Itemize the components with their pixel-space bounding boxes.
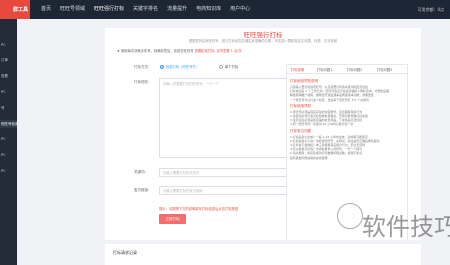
sidebar: PC 订单 查看 PC 号 旺旺号检测 PC PC PC — [0, 19, 17, 265]
submit-tag-button[interactable]: 立即打标 — [159, 214, 186, 224]
watermark-text: 软件技巧 — [362, 213, 450, 241]
page-subtitle: 根据您的买家旺旺号、强行打标给您店铺买家准确的位置，可实现人群精准定位效果、标签… — [188, 39, 338, 43]
help-content: 打标使用须知说明 只需输入要打标的旺旺号，以及需要打标的关键词和宝贝链接 打标成… — [290, 77, 406, 160]
wangwang-textarea[interactable]: 请输入您需要打标的旺旺号，一行一个 — [159, 78, 289, 158]
radio-unchecked-icon — [219, 64, 223, 69]
records-card: 打标请求记录 — [105, 240, 421, 265]
tab-question-3[interactable]: 打标问题3 — [377, 67, 392, 72]
nav-wangwang-domain[interactable]: 旺旺号领域 — [60, 0, 85, 19]
watermark-logo-icon — [337, 203, 363, 229]
radio-single-tag[interactable]: 单个打标 — [219, 64, 238, 69]
sidebar-item[interactable]: PC — [0, 135, 17, 143]
tab-question-2[interactable]: 打标问题2 — [347, 67, 362, 72]
help-line: 一个旺旺号可以打多个标签，建议每个旺旺号打 3-5 个关键词 — [290, 97, 369, 102]
main-nav: 首页 旺旺号领域 旺旺强行打标 关键字排名 流量提升 电商知识库 用户中心 — [41, 0, 259, 19]
nav-knowledge-base[interactable]: 电商知识库 — [196, 0, 221, 19]
sidebar-item[interactable]: 查看 — [0, 72, 17, 80]
notice-line: ★ 使用每次消耗手机号、精确标签店、收费在旺旺号 查看精准打标: 实时查看 1 … — [117, 48, 242, 53]
help-section-title: 打标常见问题 — [290, 128, 311, 133]
keyword-label: 关键词: — [134, 170, 146, 174]
notice-text: ★ 使用每次消耗手机号、精确标签店、收费在旺旺号 — [117, 49, 195, 53]
records-title: 打标请求记录 — [113, 250, 137, 255]
radio-batch-label: 批量打标（旺旺号打） — [166, 65, 199, 69]
help-line: 如有其他问题请联系在线客服 — [290, 155, 328, 160]
sidebar-item[interactable]: 号 — [0, 104, 17, 112]
site-logo[interactable]: 群工具 — [0, 0, 30, 19]
sidebar-item[interactable]: PC — [0, 167, 17, 175]
help-section-title: 打标使用须知说明 — [290, 79, 318, 83]
radio-checked-icon — [160, 64, 164, 69]
help-line: 4.同一旺旺号同一关键词 24 小时内只能打标一次 — [290, 122, 354, 127]
sidebar-item[interactable]: PC — [0, 151, 17, 159]
form-tip-link[interactable]: 提示：请按照下方的说明填写打标信息后点击打标按钮 — [159, 206, 238, 211]
nav-force-tag[interactable]: 旺旺强行打标 — [94, 0, 124, 19]
wangwang-label: 打标旺旺: — [134, 80, 150, 84]
radio-batch-tag[interactable]: 批量打标（旺旺号打） — [160, 64, 199, 69]
radio-single-label: 单个打标 — [225, 65, 239, 69]
nav-user-center[interactable]: 用户中心 — [230, 0, 250, 19]
tab-instructions[interactable]: 打标说明 — [291, 67, 304, 72]
help-tabs: 打标说明 打标问题1 打标问题2 打标问题3 — [287, 65, 407, 74]
notice-warning: 查看精准打标: 实时查看 1 点/次 — [194, 49, 242, 53]
sidebar-item-active[interactable]: 旺旺号检测 — [0, 120, 17, 128]
top-navigation-bar: 群工具 首页 旺旺号领域 旺旺强行打标 关键字排名 流量提升 电商知识库 用户中… — [0, 0, 450, 19]
nav-keyword-rank[interactable]: 关键字排名 — [133, 0, 158, 19]
sidebar-item[interactable]: PC — [0, 41, 17, 49]
tag-type-label: 打标方式: — [134, 65, 150, 69]
keyword-input[interactable]: 请输入需要打标的关键词 — [159, 168, 289, 177]
link-label: 宝贝链接: — [134, 188, 150, 192]
help-section-title: 打标使用须知 — [290, 103, 311, 108]
tab-question-1[interactable]: 打标问题1 — [317, 67, 332, 72]
nav-traffic-boost[interactable]: 流量提升 — [167, 0, 187, 19]
link-input[interactable]: 请输入需要打标的宝贝链接 — [159, 186, 289, 195]
balance-display[interactable]: 可用余额：0点 — [417, 0, 444, 19]
sidebar-item[interactable]: 订单 — [0, 56, 17, 64]
nav-home[interactable]: 首页 — [41, 0, 51, 19]
sidebar-item[interactable]: PC — [0, 88, 17, 96]
